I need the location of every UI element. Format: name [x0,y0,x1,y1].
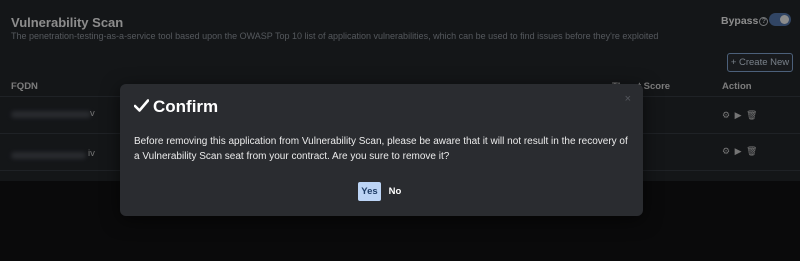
yes-button[interactable]: Yes [358,182,381,201]
dialog-message: Before removing this application from Vu… [134,136,628,162]
close-icon[interactable]: × [625,93,631,105]
dialog-title-text: Confirm [153,97,219,116]
confirm-dialog: × Confirm Before removing this applicati… [120,84,643,216]
dialog-title: Confirm [133,97,219,117]
check-icon [133,97,150,117]
no-button[interactable]: No [386,182,404,201]
